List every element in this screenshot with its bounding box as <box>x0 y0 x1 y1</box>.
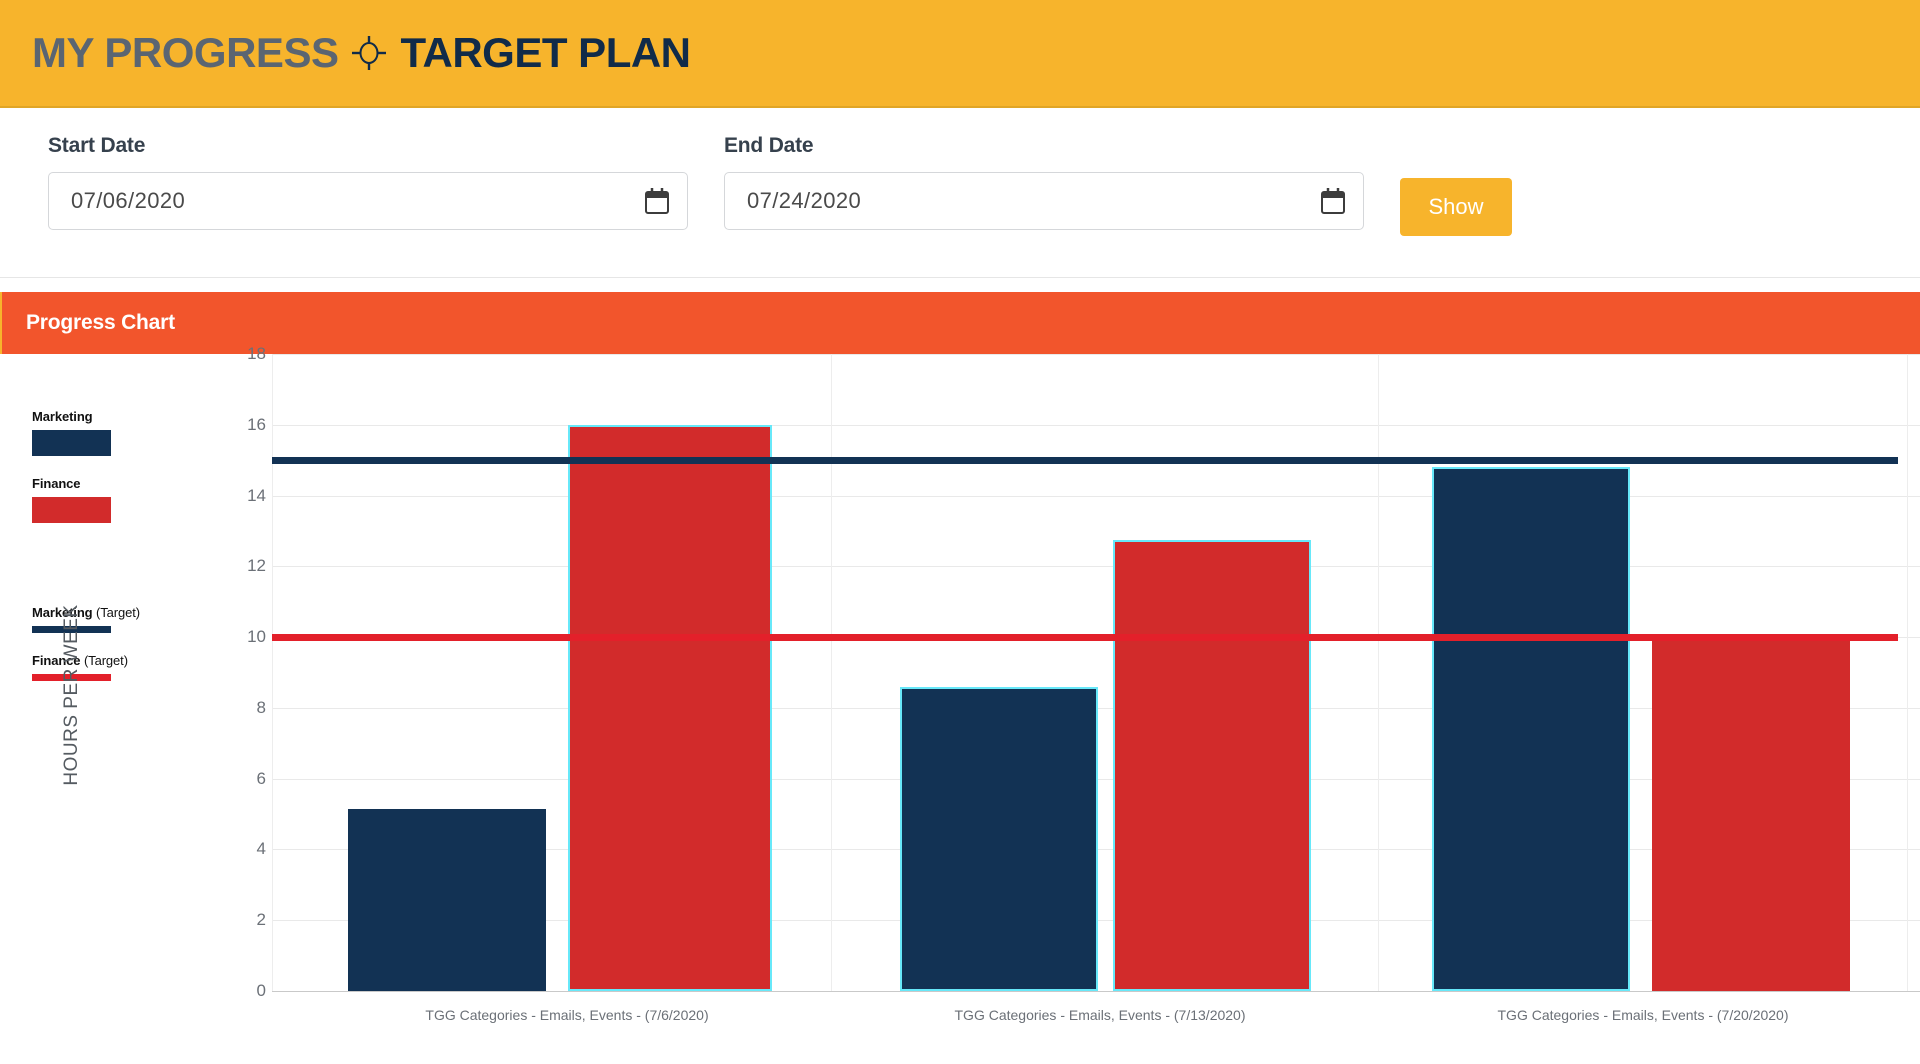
page-title-primary: MY PROGRESS <box>32 29 339 76</box>
x-gridline <box>831 354 832 991</box>
y-axis-line <box>272 354 273 991</box>
y-axis-tick-label: 8 <box>256 697 266 717</box>
y-gridline <box>272 354 1920 355</box>
end-date-label: End Date <box>724 134 814 157</box>
target-crosshair-icon <box>352 36 387 70</box>
chart-bar[interactable] <box>1652 637 1850 991</box>
page-title: MY PROGRESS TARGET PLAN <box>32 29 691 77</box>
chart-bar[interactable] <box>348 808 546 991</box>
y-axis-tick-label: 12 <box>247 556 266 576</box>
y-axis-tick-label: 0 <box>256 981 266 1000</box>
start-date-input[interactable]: 07/06/2020 <box>48 172 688 230</box>
progress-chart-panel-header: Progress Chart <box>0 292 1920 354</box>
calendar-icon[interactable] <box>1321 188 1345 214</box>
end-date-group: End Date 07/24/2020 <box>724 134 1364 230</box>
calendar-icon[interactable] <box>645 188 669 214</box>
panel-title: Progress Chart <box>26 311 175 334</box>
chart-bar[interactable] <box>900 686 1098 991</box>
y-gridline <box>272 424 1920 426</box>
y-axis-tick-label: 2 <box>256 910 266 930</box>
end-date-input[interactable]: 07/24/2020 <box>724 172 1364 230</box>
target-line <box>272 634 1898 642</box>
y-axis-tick-label: 18 <box>247 344 266 363</box>
page-title-secondary: TARGET PLAN <box>400 29 691 76</box>
target-line <box>272 457 1898 465</box>
start-date-value: 07/06/2020 <box>71 188 186 213</box>
start-date-label: Start Date <box>48 134 146 157</box>
y-axis-tick-label: 10 <box>247 627 266 647</box>
y-axis-tick-label: 6 <box>256 768 266 788</box>
x-axis-tick-label: TGG Categories - Emails, Events - (7/6/2… <box>425 1007 709 1023</box>
x-axis-tick-label: TGG Categories - Emails, Events - (7/13/… <box>954 1007 1246 1023</box>
x-gridline <box>1907 354 1908 991</box>
filter-bar: Start Date 07/06/2020 End Date 07/24/202… <box>0 108 1920 278</box>
chart-bar[interactable] <box>1432 467 1630 991</box>
x-gridline <box>1378 354 1379 991</box>
y-axis-title: HOURS PER WEEK <box>61 604 82 786</box>
end-date-value: 07/24/2020 <box>747 188 862 213</box>
x-axis-tick-label: TGG Categories - Emails, Events - (7/20/… <box>1497 1007 1789 1023</box>
chart-plot-area: HOURS PER WEEK 0 2 4 6 8 10 12 14 16 18 TGG Catego… <box>0 344 1920 1064</box>
app-header: MY PROGRESS TARGET PLAN <box>0 0 1920 108</box>
progress-chart: Marketing Finance Marketing (Target) Financ… <box>0 344 1920 1064</box>
chart-bar[interactable] <box>1113 539 1311 991</box>
y-gridline <box>272 495 1920 497</box>
y-axis-tick-label: 14 <box>247 485 266 505</box>
start-date-group: Start Date 07/06/2020 <box>48 134 688 230</box>
chart-bar[interactable] <box>568 424 772 991</box>
y-gridline <box>272 566 1920 568</box>
show-button[interactable]: Show <box>1400 178 1512 236</box>
y-axis-tick-label: 4 <box>256 839 266 859</box>
y-axis-tick-label: 16 <box>247 414 266 434</box>
y-gridline <box>272 991 1920 992</box>
